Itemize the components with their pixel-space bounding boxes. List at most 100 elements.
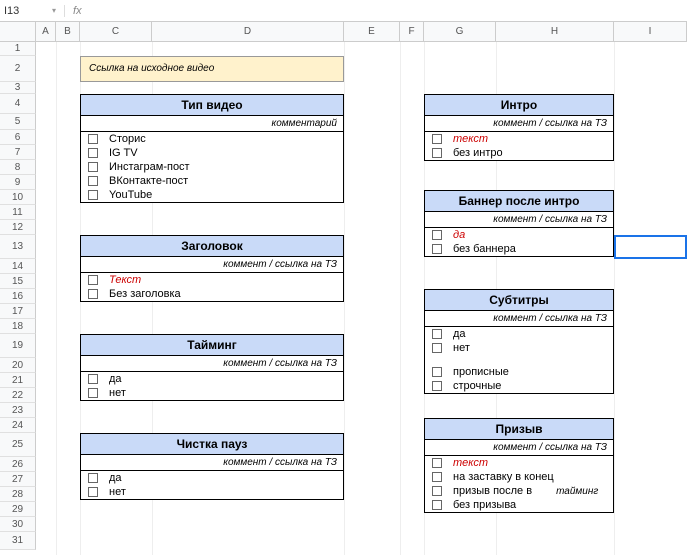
source-link-label: Ссылка на исходное видео	[89, 63, 214, 74]
checkbox[interactable]	[88, 388, 98, 398]
checkbox[interactable]	[88, 473, 98, 483]
item-label: нет	[105, 486, 126, 498]
pause-clean-block: Чистка пауз коммент / ссылка на ТЗ да не…	[80, 433, 344, 500]
checkbox[interactable]	[88, 176, 98, 186]
row-header-8[interactable]: 8	[0, 160, 36, 175]
timing-block: Тайминг коммент / ссылка на ТЗ да нет	[80, 334, 344, 401]
video-type-title: Тип видео	[81, 95, 343, 116]
headline-block: Заголовок коммент / ссылка на ТЗ Текст Б…	[80, 235, 344, 302]
checkbox[interactable]	[88, 190, 98, 200]
list-item: да	[81, 372, 343, 386]
row-header-28[interactable]: 28	[0, 487, 36, 502]
list-item: да	[425, 327, 613, 341]
checkbox[interactable]	[432, 148, 442, 158]
headline-title: Заголовок	[81, 236, 343, 257]
list-item: на заставку в конец	[425, 470, 613, 484]
name-box[interactable]: I13	[4, 5, 52, 17]
subtitles-sub: коммент / ссылка на ТЗ	[425, 311, 613, 327]
row-header-13[interactable]: 13	[0, 235, 36, 259]
row-header-9[interactable]: 9	[0, 175, 36, 190]
call-sub: коммент / ссылка на ТЗ	[425, 440, 613, 456]
intro-title: Интро	[425, 95, 613, 116]
checkbox[interactable]	[432, 458, 442, 468]
row-header-6[interactable]: 6	[0, 130, 36, 145]
checkbox[interactable]	[88, 289, 98, 299]
item-label: прописные	[449, 366, 509, 378]
source-video-link[interactable]: Ссылка на исходное видео	[80, 56, 344, 82]
row-header-7[interactable]: 7	[0, 145, 36, 160]
checkbox[interactable]	[88, 134, 98, 144]
timing-title: Тайминг	[81, 335, 343, 356]
corner-select-all[interactable]	[0, 22, 36, 41]
checkbox[interactable]	[432, 230, 442, 240]
list-item: прописные	[425, 365, 613, 379]
column-headers: A B C D E F G H I	[0, 22, 687, 42]
row-header-31[interactable]: 31	[0, 532, 36, 550]
checkbox[interactable]	[432, 367, 442, 377]
item-label: нет	[449, 342, 470, 354]
row-header-17[interactable]: 17	[0, 304, 36, 319]
row-header-12[interactable]: 12	[0, 220, 36, 235]
grid[interactable]: 1 2 3 4 5 6 7 8 9 10 11 12 13 14 15 16 1…	[0, 42, 687, 555]
row-header-22[interactable]: 22	[0, 388, 36, 403]
checkbox[interactable]	[432, 472, 442, 482]
checkbox[interactable]	[432, 134, 442, 144]
checkbox[interactable]	[432, 486, 442, 496]
row-header-26[interactable]: 26	[0, 457, 36, 472]
post-banner-title: Баннер после интро	[425, 191, 613, 212]
row-header-29[interactable]: 29	[0, 502, 36, 517]
checkbox[interactable]	[432, 343, 442, 353]
row-header-10[interactable]: 10	[0, 190, 36, 205]
checkbox[interactable]	[432, 381, 442, 391]
row-header-16[interactable]: 16	[0, 289, 36, 304]
row-header-24[interactable]: 24	[0, 418, 36, 433]
col-header-A[interactable]: A	[36, 22, 56, 41]
row-header-27[interactable]: 27	[0, 472, 36, 487]
checkbox[interactable]	[432, 329, 442, 339]
intro-block: Интро коммент / ссылка на ТЗ текст без и…	[424, 94, 614, 161]
list-item: призыв после втайминг	[425, 484, 613, 498]
checkbox[interactable]	[88, 162, 98, 172]
row-header-21[interactable]: 21	[0, 373, 36, 388]
checkbox[interactable]	[432, 244, 442, 254]
col-header-B[interactable]: B	[56, 22, 80, 41]
col-header-C[interactable]: C	[80, 22, 152, 41]
headline-sub: коммент / ссылка на ТЗ	[81, 257, 343, 273]
row-header-25[interactable]: 25	[0, 433, 36, 457]
item-label: Текст	[105, 274, 141, 286]
row-header-14[interactable]: 14	[0, 259, 36, 274]
row-header-1[interactable]: 1	[0, 42, 36, 56]
item-label: призыв после в	[449, 485, 532, 497]
list-item: нет	[81, 485, 343, 499]
list-item: строчные	[425, 379, 613, 393]
row-header-2[interactable]: 2	[0, 56, 36, 82]
chevron-down-icon[interactable]: ▾	[52, 6, 56, 15]
col-header-D[interactable]: D	[152, 22, 344, 41]
col-header-I[interactable]: I	[614, 22, 687, 41]
checkbox[interactable]	[88, 374, 98, 384]
row-header-30[interactable]: 30	[0, 517, 36, 532]
col-header-H[interactable]: H	[496, 22, 614, 41]
checkbox[interactable]	[432, 500, 442, 510]
list-item: да	[81, 471, 343, 485]
row-header-4[interactable]: 4	[0, 94, 36, 114]
col-header-E[interactable]: E	[344, 22, 400, 41]
row-header-23[interactable]: 23	[0, 403, 36, 418]
row-header-19[interactable]: 19	[0, 334, 36, 358]
row-header-20[interactable]: 20	[0, 358, 36, 373]
row-header-3[interactable]: 3	[0, 82, 36, 94]
call-title: Призыв	[425, 419, 613, 440]
col-header-F[interactable]: F	[400, 22, 424, 41]
row-header-18[interactable]: 18	[0, 319, 36, 334]
row-header-15[interactable]: 15	[0, 274, 36, 289]
list-item: ВКонтакте-пост	[81, 174, 343, 188]
col-header-G[interactable]: G	[424, 22, 496, 41]
item-label: IG TV	[105, 147, 138, 159]
checkbox[interactable]	[88, 148, 98, 158]
item-label: без призыва	[449, 499, 516, 511]
checkbox[interactable]	[88, 487, 98, 497]
row-header-5[interactable]: 5	[0, 114, 36, 130]
row-header-11[interactable]: 11	[0, 205, 36, 220]
checkbox[interactable]	[88, 275, 98, 285]
item-label: да	[105, 472, 122, 484]
